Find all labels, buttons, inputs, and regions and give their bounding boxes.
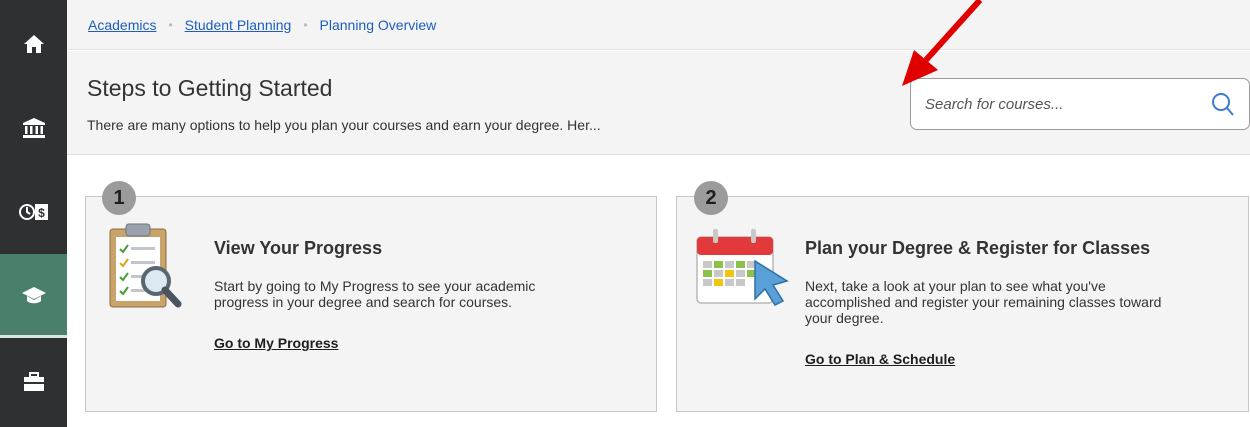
nav-home[interactable] — [0, 2, 67, 86]
nav-rail: $ — [0, 0, 67, 427]
breadcrumb-separator: • — [303, 18, 308, 32]
go-to-plan-schedule-link[interactable]: Go to Plan & Schedule — [805, 351, 955, 367]
graduation-cap-icon — [21, 286, 46, 303]
breadcrumb-separator: • — [168, 18, 173, 32]
calendar-cursor-icon — [696, 229, 789, 306]
go-to-my-progress-link[interactable]: Go to My Progress — [214, 335, 338, 351]
bank-icon — [22, 118, 45, 138]
annotation-arrow-icon — [902, 0, 983, 86]
step-text-line: progress in your degree and search for c… — [214, 294, 513, 310]
nav-academics[interactable] — [0, 254, 67, 338]
breadcrumb-current: Planning Overview — [319, 17, 437, 33]
time-finance-icon: $ — [18, 204, 48, 220]
breadcrumb-academics[interactable]: Academics — [88, 17, 156, 33]
step-text-line: your degree. — [805, 310, 884, 326]
clipboard-magnifier-icon — [109, 223, 182, 308]
step-title: View Your Progress — [214, 238, 383, 258]
briefcase-icon — [23, 372, 44, 391]
step-title: Plan your Degree & Register for Classes — [805, 238, 1151, 258]
step-text-line: Start by going to My Progress to see you… — [214, 278, 536, 294]
nav-time-finance[interactable]: $ — [0, 170, 67, 254]
breadcrumb-student-planning[interactable]: Student Planning — [185, 17, 292, 33]
breadcrumb: Academics • Student Planning • Planning … — [88, 17, 436, 33]
page-header: Steps to Getting Started There are many … — [67, 51, 1250, 155]
step-number-badge: 1 — [102, 181, 136, 215]
step-card-plan: Plan your Degree & Register for Classes … — [676, 196, 1249, 412]
nav-finance[interactable] — [0, 86, 67, 170]
page-subtitle: There are many options to help you plan … — [87, 117, 601, 133]
search-icon[interactable] — [1211, 92, 1235, 118]
nav-employment[interactable] — [0, 340, 67, 424]
step-number-badge: 2 — [694, 181, 728, 215]
page-title: Steps to Getting Started — [87, 75, 333, 101]
step-card-progress: View Your Progress Start by going to My … — [85, 196, 657, 412]
home-icon — [23, 35, 44, 53]
breadcrumb-bar: Academics • Student Planning • Planning … — [67, 0, 1250, 50]
svg-text:$: $ — [38, 206, 45, 220]
step-text-line: Next, take a look at your plan to see wh… — [805, 278, 1106, 294]
step-text-line: accomplished and register your remaining… — [805, 294, 1162, 310]
